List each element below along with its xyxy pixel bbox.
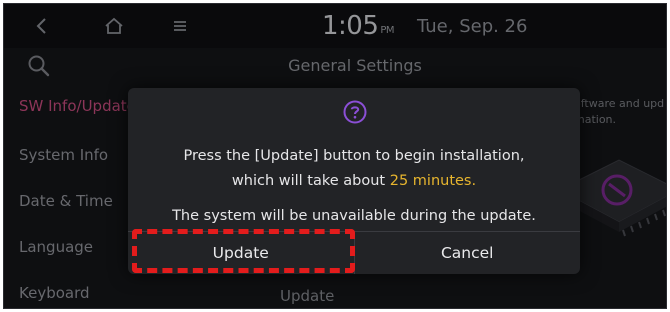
update-confirm-dialog: Press the [Update] button to begin insta…: [128, 88, 580, 274]
update-button[interactable]: Update: [128, 232, 354, 274]
duration-highlight: 25 minutes: [389, 173, 472, 189]
dialog-message-line2: which will take about 25 minutes.: [128, 171, 580, 191]
cancel-button[interactable]: Cancel: [353, 232, 581, 274]
dialog-line2-prefix: which will take about: [231, 173, 390, 189]
dialog-button-row: Update Cancel: [128, 231, 580, 274]
question-icon: [343, 100, 367, 124]
dialog-message-line3: The system will be unavailable during th…: [172, 208, 536, 224]
dialog-message-line1: Press the [Update] button to begin insta…: [183, 148, 525, 164]
infotainment-screen: 1:05 PM Tue, Sep. 26 General Settings SW …: [3, 3, 667, 309]
dialog-line2-suffix: .: [471, 173, 477, 189]
